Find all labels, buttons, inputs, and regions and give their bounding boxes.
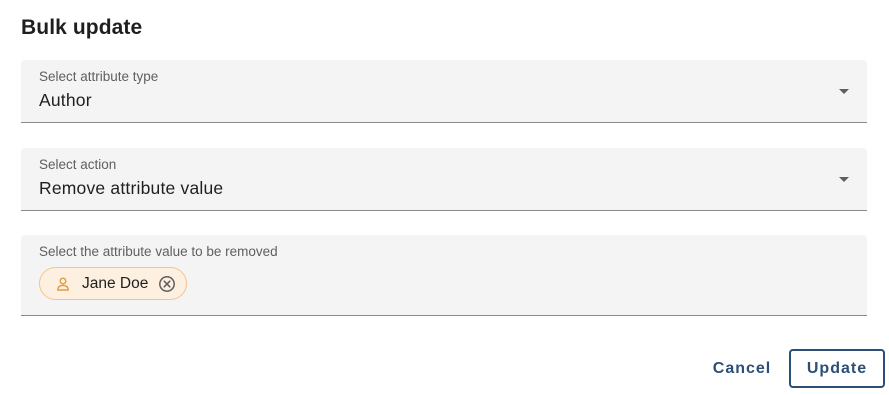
attribute-type-select[interactable]: Select attribute type Author xyxy=(21,60,867,123)
close-circle-icon[interactable] xyxy=(158,275,176,293)
chip-label: Jane Doe xyxy=(82,274,149,292)
attribute-value-label: Select the attribute value to be removed xyxy=(39,244,278,259)
person-icon xyxy=(54,275,72,293)
update-button[interactable]: Update xyxy=(789,349,885,388)
dialog-title: Bulk update xyxy=(21,16,143,39)
action-select[interactable]: Select action Remove attribute value xyxy=(21,148,867,211)
attribute-type-label: Select attribute type xyxy=(39,69,159,84)
chevron-down-icon[interactable] xyxy=(839,177,849,182)
cancel-button[interactable]: Cancel xyxy=(704,350,780,388)
action-value: Remove attribute value xyxy=(39,178,224,198)
selected-value-chip: Jane Doe xyxy=(39,267,188,300)
chevron-down-icon[interactable] xyxy=(839,89,849,94)
attribute-value-selector[interactable]: Select the attribute value to be removed… xyxy=(21,235,867,316)
attribute-type-value: Author xyxy=(39,90,92,110)
action-label: Select action xyxy=(39,157,117,172)
